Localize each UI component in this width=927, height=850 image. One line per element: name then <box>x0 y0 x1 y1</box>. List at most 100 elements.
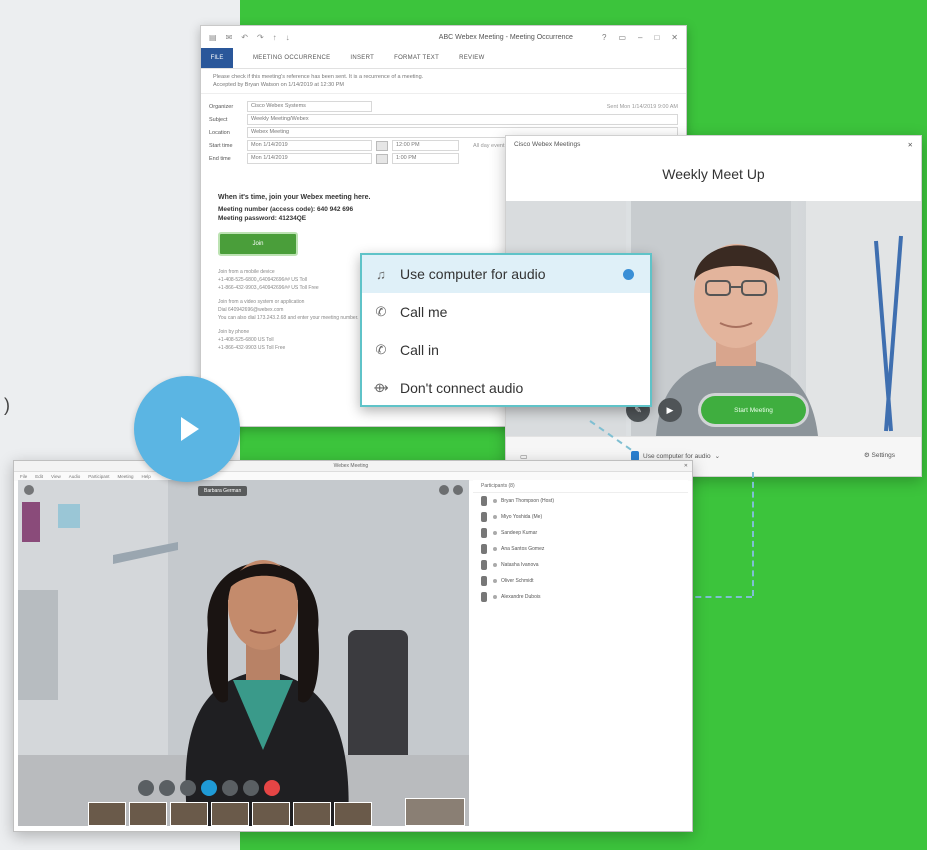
phone-callback-icon: ✆ <box>375 304 387 319</box>
no-audio-icon: ⟴ <box>373 380 389 395</box>
undo-icon[interactable]: ↶ <box>241 33 248 42</box>
participant-row[interactable]: Natasha Ivanova <box>473 557 688 573</box>
webex-titlebar: Cisco Webex Meetings ✕ <box>506 136 921 154</box>
end-date-input[interactable]: Mon 1/14/2019 <box>247 153 372 164</box>
mute-icon[interactable] <box>138 780 154 796</box>
minimize-icon[interactable]: – <box>638 33 642 42</box>
headset-icon: ♫ <box>376 266 386 282</box>
audio-option-call-in[interactable]: ✆ Call in <box>362 331 650 369</box>
help-icon[interactable]: ? <box>602 33 606 42</box>
woman-video-image <box>18 480 469 826</box>
tab-review[interactable]: REVIEW <box>459 55 484 61</box>
participant-row[interactable]: Oliver Schmidt <box>473 573 688 589</box>
meeting-controls <box>138 780 280 796</box>
menu-participant[interactable]: Participant <box>88 474 109 479</box>
end-time-input[interactable]: 1:00 PM <box>392 153 459 164</box>
headset-icon <box>493 531 497 535</box>
subject-field: Subject Weekly Meeting/Webex <box>209 114 678 125</box>
chevron-down-icon: ⌄ <box>714 453 721 460</box>
filmstrip-thumbnail[interactable] <box>170 802 208 826</box>
participants-icon[interactable] <box>201 780 217 796</box>
meeting-number: Meeting number (access code): 640 942 69… <box>218 206 354 213</box>
menu-view[interactable]: View <box>51 474 61 479</box>
audio-option-computer[interactable]: ♫ Use computer for audio <box>362 255 650 293</box>
headset-icon <box>493 547 497 551</box>
meeting-window: Webex Meeting ✕ File Edit View Audio Par… <box>13 460 693 832</box>
close-icon[interactable]: ✕ <box>671 33 678 42</box>
participant-row[interactable]: Miyo Yoshida (Me) <box>473 509 688 525</box>
audio-options-menu: ♫ Use computer for audio ✆ Call me ✆ Cal… <box>360 253 652 407</box>
video-top-controls <box>439 485 463 495</box>
headset-icon <box>493 579 497 583</box>
participant-row[interactable]: Bryan Thompson (Host) <box>473 493 688 509</box>
settings-button[interactable]: ⚙ Settings <box>864 451 895 459</box>
ribbon-toggle-icon[interactable]: ▭ <box>618 33 626 42</box>
participant-row[interactable]: Alexandre Dubois <box>473 589 688 605</box>
send-icon[interactable]: ✉ <box>226 33 233 42</box>
avatar <box>481 496 487 506</box>
play-video-button[interactable] <box>134 376 240 482</box>
filmstrip-thumbnail[interactable] <box>293 802 331 826</box>
previous-arrow-icon[interactable]: ) <box>4 395 10 416</box>
headset-icon <box>493 499 497 503</box>
tab-file[interactable]: FILE <box>201 48 233 68</box>
redo-icon[interactable]: ↷ <box>257 33 264 42</box>
connector-line <box>752 472 754 596</box>
subject-input[interactable]: Weekly Meeting/Webex <box>247 114 678 125</box>
info-line: Accepted by Bryan Watson on 1/14/2019 at… <box>213 82 344 88</box>
menu-file[interactable]: File <box>20 474 27 479</box>
filmstrip-thumbnail[interactable] <box>88 802 126 826</box>
webex-window-title: Cisco Webex Meetings <box>514 141 581 148</box>
menu-edit[interactable]: Edit <box>35 474 43 479</box>
avatar <box>481 528 487 538</box>
active-speaker-video: Barbara German <box>18 480 469 826</box>
sent-timestamp: Sent Mon 1/14/2019 9:00 AM <box>606 104 678 110</box>
start-date-input[interactable]: Mon 1/14/2019 <box>247 140 372 151</box>
join-button[interactable]: Join <box>218 232 298 256</box>
info-icon[interactable] <box>24 485 34 495</box>
calendar-icon[interactable] <box>376 153 388 164</box>
filmstrip-thumbnail[interactable] <box>334 802 372 826</box>
start-time-input[interactable]: 12:00 PM <box>392 140 459 151</box>
calendar-icon[interactable] <box>376 140 388 151</box>
meeting-window-title: Webex Meeting <box>333 463 369 469</box>
layout-icon[interactable] <box>439 485 449 495</box>
avatar <box>481 560 487 570</box>
outlook-titlebar: ▤ ✉ ↶ ↷ ↑ ↓ ABC Webex Meeting - Meeting … <box>201 26 686 48</box>
fullscreen-icon[interactable] <box>453 485 463 495</box>
menu-meeting[interactable]: Meeting <box>118 474 134 479</box>
join-heading: When it's time, join your Webex meeting … <box>218 194 371 201</box>
headset-icon <box>493 595 497 599</box>
save-icon[interactable]: ▤ <box>209 33 217 42</box>
share-icon[interactable] <box>180 780 196 796</box>
participant-row[interactable]: Ana Santos Gomez <box>473 541 688 557</box>
start-meeting-button[interactable]: Start Meeting <box>701 396 806 424</box>
audio-option-no-audio[interactable]: ⟴ Don't connect audio <box>362 369 650 407</box>
audio-option-call-me[interactable]: ✆ Call me <box>362 293 650 331</box>
all-day-checkbox[interactable]: All day event <box>473 143 505 149</box>
leave-meeting-icon[interactable] <box>264 780 280 796</box>
outlook-ribbon: FILE MEETING OCCURRENCE INSERT FORMAT TE… <box>201 48 686 69</box>
more-icon[interactable] <box>243 780 259 796</box>
menu-audio[interactable]: Audio <box>69 474 81 479</box>
close-icon[interactable]: ✕ <box>684 463 688 469</box>
filmstrip-thumbnail[interactable] <box>211 802 249 826</box>
self-view-thumbnail[interactable] <box>405 798 465 826</box>
chat-icon[interactable] <box>222 780 238 796</box>
maximize-icon[interactable]: □ <box>654 33 659 42</box>
participants-header: Participants (8) <box>473 480 688 493</box>
tab-format-text[interactable]: FORMAT TEXT <box>394 55 439 61</box>
close-icon[interactable]: ✕ <box>908 141 913 154</box>
video-toggle-icon[interactable]: ▶ <box>658 398 682 422</box>
audio-selector-label: Use computer for audio <box>643 452 711 460</box>
video-icon[interactable] <box>159 780 175 796</box>
participant-row[interactable]: Sandeep Kumar <box>473 525 688 541</box>
filmstrip-thumbnail[interactable] <box>129 802 167 826</box>
meeting-titlebar: Webex Meeting ✕ <box>14 461 692 472</box>
avatar <box>481 576 487 586</box>
menu-help[interactable]: Help <box>142 474 151 479</box>
filmstrip-thumbnail[interactable] <box>252 802 290 826</box>
tab-insert[interactable]: INSERT <box>350 55 374 61</box>
up-icon[interactable]: ↑ <box>273 33 277 42</box>
tab-meeting-occurrence[interactable]: MEETING OCCURRENCE <box>253 55 330 61</box>
